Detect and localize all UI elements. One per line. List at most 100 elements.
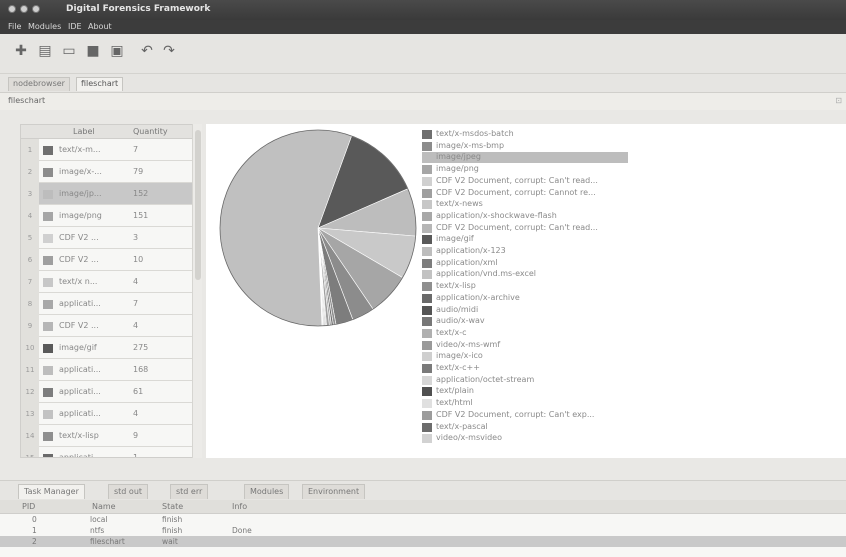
browser-icon[interactable]: ▭ xyxy=(60,42,78,60)
tab-task-manager[interactable]: Task Manager xyxy=(18,484,85,499)
menu-ide[interactable]: IDE xyxy=(68,22,82,31)
modules-icon[interactable]: ▤ xyxy=(36,42,54,60)
legend-label: text/x-c++ xyxy=(436,363,480,372)
table-row[interactable]: 6 CDF V2 ... 10 xyxy=(21,249,195,271)
close-window-button[interactable] xyxy=(8,5,16,13)
color-swatch xyxy=(43,366,53,375)
column-header-quantity[interactable]: Quantity xyxy=(133,127,168,136)
float-icon[interactable]: ⊡ xyxy=(835,96,842,105)
legend-swatch xyxy=(422,352,432,362)
legend-label: text/x-news xyxy=(436,199,483,209)
task-state: finish xyxy=(162,526,183,535)
row-quantity: 151 xyxy=(133,211,149,220)
table-row[interactable]: 10 image/gif 275 xyxy=(21,337,195,359)
task-state: wait xyxy=(162,537,178,546)
row-quantity: 61 xyxy=(133,387,144,396)
row-label: image/png xyxy=(59,211,102,220)
table-row[interactable]: 7 text/x n... 4 xyxy=(21,271,195,293)
table-row[interactable]: 3 image/jp... 152 xyxy=(21,183,195,205)
row-label: CDF V2 ... xyxy=(59,233,99,242)
row-quantity: 275 xyxy=(133,343,149,352)
tab-nodebrowser[interactable]: nodebrowser xyxy=(8,77,70,91)
legend-label: text/html xyxy=(436,398,473,408)
row-label: applicati... xyxy=(59,453,101,458)
column-header-state[interactable]: State xyxy=(162,502,183,511)
column-header-pid[interactable]: PID xyxy=(22,502,35,511)
task-info: Done xyxy=(232,526,252,535)
menu-modules[interactable]: Modules xyxy=(28,22,61,31)
table-row[interactable]: 9 CDF V2 ... 4 xyxy=(21,315,195,337)
task-row[interactable]: 2 fileschart wait xyxy=(0,536,846,547)
column-header-info[interactable]: Info xyxy=(232,502,247,511)
table-row[interactable]: 1 text/x-m... 7 xyxy=(21,139,195,161)
row-quantity: 4 xyxy=(133,409,139,418)
tab-modules[interactable]: Modules xyxy=(244,484,290,499)
legend-label: application/x-123 xyxy=(436,246,506,255)
table-row[interactable]: 4 image/png 151 xyxy=(21,205,195,227)
row-number: 13 xyxy=(21,403,39,425)
table-row[interactable]: 14 text/x-lisp 9 xyxy=(21,425,195,447)
task-row[interactable]: 1 ntfs finish Done xyxy=(0,525,846,536)
menu-file[interactable]: File xyxy=(8,22,21,31)
table-header: Label Quantity xyxy=(21,125,201,139)
legend-swatch xyxy=(422,305,432,315)
legend-swatch xyxy=(422,258,432,268)
column-header-name[interactable]: Name xyxy=(92,502,116,511)
table-row[interactable]: 12 applicati... 61 xyxy=(21,381,195,403)
row-label: text/x-m... xyxy=(59,145,101,154)
row-label: image/x-... xyxy=(59,167,102,176)
row-label: text/x n... xyxy=(59,277,98,286)
task-name: fileschart xyxy=(90,537,125,546)
tab-std-out[interactable]: std out xyxy=(108,484,149,499)
row-number: 11 xyxy=(21,359,39,381)
color-swatch xyxy=(43,234,53,243)
toolbar: ✚ ▤ ▭ ■ ▣ ↶ ↷ xyxy=(0,34,846,74)
legend-swatch xyxy=(422,387,432,397)
color-swatch xyxy=(43,256,53,265)
color-swatch xyxy=(43,300,53,309)
minimize-window-button[interactable] xyxy=(20,5,28,13)
maximize-window-button[interactable] xyxy=(32,5,40,13)
legend-label: text/x-pascal xyxy=(436,421,488,431)
chart-data-table: Label Quantity 1 text/x-m... 7 2 image/x-...… xyxy=(20,124,202,458)
menu-about[interactable]: About xyxy=(88,22,112,31)
row-quantity: 4 xyxy=(133,321,139,330)
legend-swatch xyxy=(422,247,432,256)
task-name: local xyxy=(90,515,108,524)
row-number: 7 xyxy=(21,271,39,293)
table-scrollbar-thumb[interactable] xyxy=(195,130,201,280)
row-number: 8 xyxy=(21,293,39,315)
shell-icon[interactable]: ▣ xyxy=(108,42,126,60)
row-number: 9 xyxy=(21,315,39,337)
tab-fileschart[interactable]: fileschart xyxy=(76,77,124,91)
pie-chart xyxy=(219,129,417,327)
redo-icon[interactable]: ↷ xyxy=(160,42,178,60)
table-row[interactable]: 15 applicati... 1 xyxy=(21,447,195,458)
app-window: Digital Forensics Framework File Modules… xyxy=(0,0,846,557)
task-manager-table: PID Name State Info 0 local finish 1 ntfs fin… xyxy=(0,500,846,557)
table-row[interactable]: 8 applicati... 7 xyxy=(21,293,195,315)
column-header-label[interactable]: Label xyxy=(73,127,95,136)
task-table-header: PID Name State Info xyxy=(0,500,846,514)
table-row[interactable]: 2 image/x-... 79 xyxy=(21,161,195,183)
tab-std-err[interactable]: std err xyxy=(170,484,209,499)
tab-environment[interactable]: Environment xyxy=(302,484,366,499)
task-row[interactable]: 0 local finish xyxy=(0,514,846,525)
open-icon[interactable]: ✚ xyxy=(12,42,30,60)
legend-label: video/x-msvideo xyxy=(436,433,502,443)
table-scrollbar[interactable] xyxy=(192,124,202,458)
legend-label: text/plain xyxy=(436,386,474,396)
table-row[interactable]: 5 CDF V2 ... 3 xyxy=(21,227,195,249)
legend-item[interactable]: image/jpeg xyxy=(422,152,628,164)
row-number: 5 xyxy=(21,227,39,249)
legend-swatch xyxy=(422,282,432,292)
view-title-bar: fileschart ⊡ xyxy=(0,92,846,110)
row-quantity: 1 xyxy=(133,453,139,458)
legend-swatch xyxy=(422,153,432,163)
title-bar: Digital Forensics Framework xyxy=(0,0,846,20)
undo-icon[interactable]: ↶ xyxy=(138,42,156,60)
table-row[interactable]: 11 applicati... 168 xyxy=(21,359,195,381)
legend-swatch xyxy=(422,223,432,233)
table-row[interactable]: 13 applicati... 4 xyxy=(21,403,195,425)
monitor-icon[interactable]: ■ xyxy=(84,42,102,60)
